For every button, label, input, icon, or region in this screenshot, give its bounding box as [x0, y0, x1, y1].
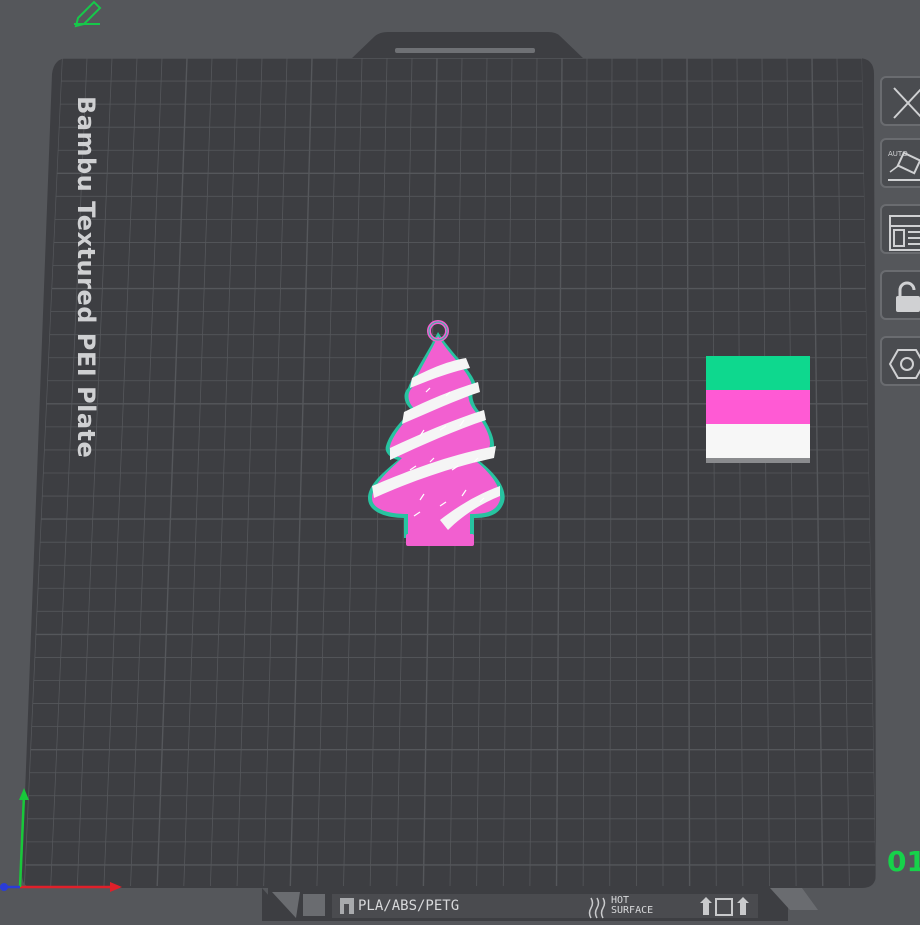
plate-top-tab: [350, 32, 585, 60]
build-plate-canvas[interactable]: [0, 0, 920, 921]
filament-type-label: PLA/ABS/PETG: [358, 898, 460, 914]
plate-number[interactable]: 01: [887, 845, 920, 878]
prime-tower: [706, 356, 810, 463]
hot-surface-label-line2: SURFACE: [611, 905, 654, 916]
3d-viewport[interactable]: AUTO Bambu Textured PEI Plate 01 PLA/ABS…: [0, 0, 920, 921]
plate-type-label: Bambu Textured PEI Plate: [72, 96, 100, 459]
auto-orient-button[interactable]: AUTO: [880, 138, 920, 188]
arrange-button[interactable]: [880, 204, 920, 254]
plate-settings-button[interactable]: [880, 336, 920, 386]
close-button[interactable]: [880, 76, 920, 126]
lock-button[interactable]: [880, 270, 920, 320]
plate-tab-slot: [395, 48, 535, 53]
